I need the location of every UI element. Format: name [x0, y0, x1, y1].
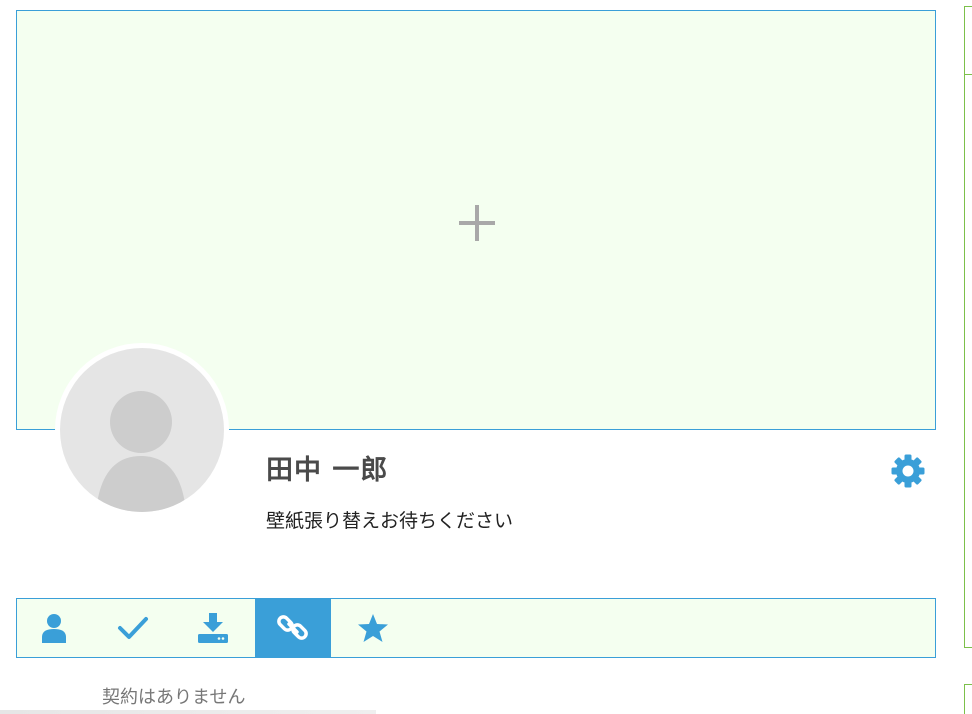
settings-button[interactable]	[890, 453, 926, 489]
star-icon	[358, 614, 388, 642]
check-icon	[118, 617, 148, 639]
avatar[interactable]	[60, 348, 224, 512]
plus-icon[interactable]	[459, 205, 495, 241]
adjacent-panel-edge	[964, 6, 972, 648]
avatar-placeholder-icon	[96, 391, 186, 512]
empty-contracts-message: 契約はありません	[102, 687, 246, 708]
profile-tab-bar	[16, 598, 936, 658]
user-name: 田中 一郎	[266, 455, 389, 486]
adjacent-panel-divider	[964, 74, 972, 75]
tab-download[interactable]	[175, 599, 251, 657]
tab-links[interactable]	[255, 599, 331, 657]
avatar-frame	[55, 343, 229, 517]
user-status-message: 壁紙張り替えお待ちください	[266, 510, 514, 532]
link-icon	[277, 615, 308, 640]
gear-icon	[891, 454, 925, 488]
profile-page: 田中 一郎 壁紙張り替えお待ちください 契約はありません	[0, 0, 972, 714]
bottom-divider	[0, 710, 376, 714]
user-icon	[42, 614, 66, 643]
tab-completed[interactable]	[95, 599, 171, 657]
download-icon	[198, 613, 228, 643]
tab-profile[interactable]	[17, 599, 91, 657]
adjacent-panel-edge-lower	[964, 684, 972, 714]
tab-favorites[interactable]	[335, 599, 411, 657]
